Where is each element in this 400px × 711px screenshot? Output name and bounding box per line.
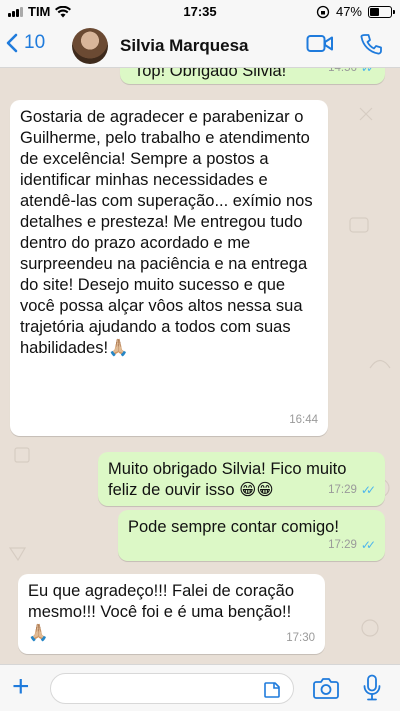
header-actions — [306, 33, 382, 55]
read-ticks-icon: ✓✓ — [360, 483, 376, 497]
camera-icon[interactable] — [313, 677, 339, 699]
message-text: Muito obrigado Silvia! Fico muito feliz … — [108, 460, 347, 499]
back-chevron-icon — [6, 33, 18, 53]
message-meta: 17:30 — [286, 628, 315, 649]
sticker-icon[interactable] — [263, 681, 281, 699]
message-input[interactable] — [50, 673, 294, 704]
message-meta: 17:29 ✓✓ — [328, 480, 376, 501]
plus-icon[interactable]: + — [12, 672, 30, 702]
message-meta: 16:44 — [289, 410, 318, 431]
read-ticks-icon: ✓✓ — [360, 538, 376, 552]
message-bubble-outgoing[interactable]: Top! Obrigado Silvia! 14:56 ✓✓ — [120, 68, 385, 84]
chat-area[interactable]: Top! Obrigado Silvia! 14:56 ✓✓ Gostaria d… — [0, 68, 400, 664]
message-bubble-outgoing[interactable]: Muito obrigado Silvia! Fico muito feliz … — [98, 452, 385, 506]
contact-name[interactable]: Silvia Marquesa — [120, 36, 249, 56]
message-time: 16:44 — [289, 414, 318, 426]
status-right: 47% — [316, 4, 395, 19]
message-meta: 17:29 ✓✓ — [328, 535, 376, 556]
message-text: Top! Obrigado Silvia! — [134, 68, 287, 80]
message-time: 17:30 — [286, 632, 315, 644]
message-meta: 14:56 ✓✓ — [328, 68, 376, 79]
orientation-lock-icon — [316, 5, 330, 18]
chat-header: 10 Silvia Marquesa — [0, 24, 400, 68]
battery-icon — [368, 5, 395, 18]
message-input-bar: + — [0, 664, 400, 711]
message-time: 14:56 — [328, 68, 357, 74]
status-bar: TIM 17:35 47% — [0, 0, 400, 24]
message-bubble-outgoing[interactable]: Pode sempre contar comigo! 17:29 ✓✓ — [118, 510, 385, 561]
message-time: 17:29 — [328, 484, 357, 496]
video-call-icon[interactable] — [306, 33, 334, 55]
unread-count: 10 — [24, 32, 46, 53]
message-bubble-incoming[interactable]: Gostaria de agradecer e parabenizar o Gu… — [10, 100, 328, 436]
message-text: Pode sempre contar comigo! — [128, 518, 339, 536]
contact-avatar[interactable] — [72, 28, 108, 64]
battery-fill — [370, 7, 380, 16]
read-ticks-icon: ✓✓ — [360, 68, 376, 75]
microphone-icon[interactable] — [362, 674, 382, 702]
message-bubble-incoming[interactable]: Eu que agradeço!!! Falei de coração mesm… — [18, 574, 325, 654]
message-text: Gostaria de agradecer e parabenizar o Gu… — [20, 108, 313, 357]
phone-icon[interactable] — [360, 33, 382, 55]
message-text: Eu que agradeço!!! Falei de coração mesm… — [28, 582, 295, 642]
message-time: 17:29 — [328, 539, 357, 551]
back-button[interactable]: 10 — [6, 32, 45, 54]
battery-percent: 47% — [335, 4, 362, 19]
